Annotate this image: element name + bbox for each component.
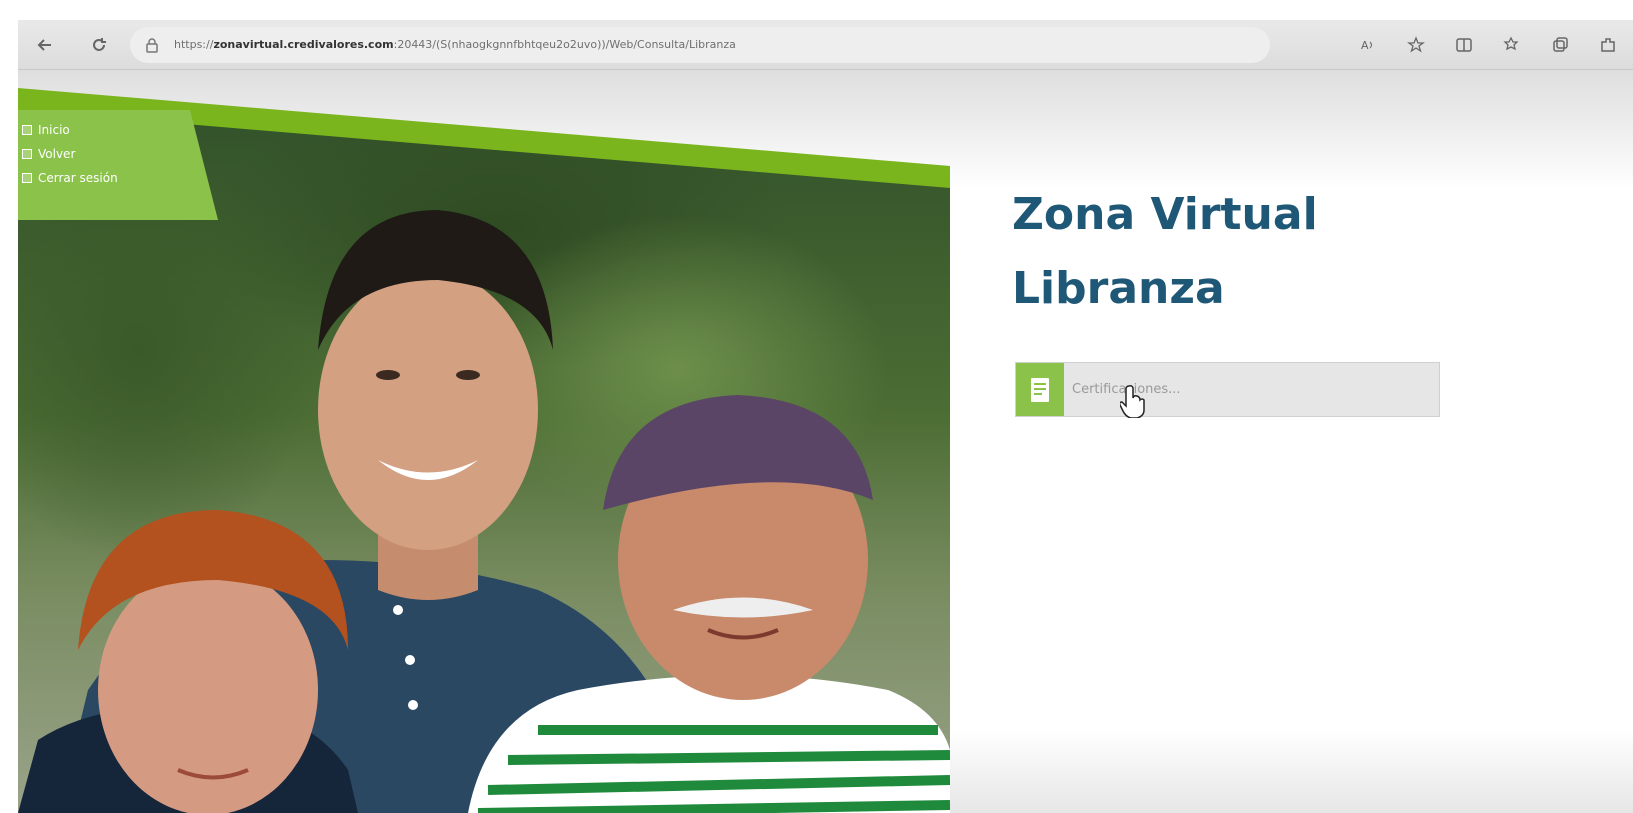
browser-toolbar: https://zonavirtual.credivalores.com:204… [18,20,1633,70]
collections-button[interactable] [1543,28,1577,62]
hand-cursor-icon [1120,385,1145,418]
favorites-list-button[interactable] [1495,28,1529,62]
arrow-left-icon [37,38,51,51]
side-menu: Inicio Volver Cerrar sesión [18,110,218,220]
favorites-icon [1503,36,1519,51]
logout-icon [22,173,32,183]
menu-item-label: Inicio [38,123,70,137]
home-icon [22,125,32,135]
menu-item-cerrar-sesion[interactable]: Cerrar sesión [22,166,218,190]
url-prefix: https:// [174,38,214,51]
page-title-line1: Zona Virtual [1012,189,1318,240]
certificate-icon [1016,363,1064,416]
menu-item-volver[interactable]: Volver [22,142,218,166]
back-icon [22,149,32,159]
young-man-face [318,270,538,550]
back-button[interactable] [28,28,62,62]
lock-icon [146,37,158,53]
address-bar[interactable]: https://zonavirtual.credivalores.com:204… [130,26,1270,63]
favorite-button[interactable] [1399,28,1433,62]
menu-item-inicio[interactable]: Inicio [22,118,218,142]
reload-icon [93,37,106,51]
split-screen-button[interactable] [1447,28,1481,62]
extensions-icon [1601,38,1615,52]
extensions-button[interactable] [1591,28,1625,62]
svg-text:A: A [1361,39,1369,52]
shirt-button [393,605,403,615]
shirt-button [408,700,418,710]
menu-item-label: Cerrar sesión [38,171,118,185]
split-screen-icon [1456,38,1472,52]
certificaciones-option[interactable]: Certificaciones... [1015,362,1440,417]
page-title-line2: Libranza [1012,263,1225,314]
young-man-eye-left [376,370,400,380]
browser-actions: A [1351,28,1625,62]
url-host: zonavirtual.credivalores.com [213,38,394,51]
url-path: :20443/(S(nhaogkgnnfbhtqeu2o2uvo))/Web/C… [393,38,736,51]
page-title: Zona Virtual Libranza [1012,178,1512,326]
menu-item-label: Volver [38,147,76,161]
reload-button[interactable] [82,28,116,62]
read-aloud-icon: A [1361,39,1372,52]
read-aloud-button[interactable]: A [1351,28,1385,62]
page-footer-band [930,730,1633,813]
shirt-button [405,655,415,665]
young-man-eye-right [456,370,480,380]
star-icon [1407,36,1425,53]
collections-icon [1553,37,1568,52]
url-text: https://zonavirtual.credivalores.com:204… [174,38,736,51]
